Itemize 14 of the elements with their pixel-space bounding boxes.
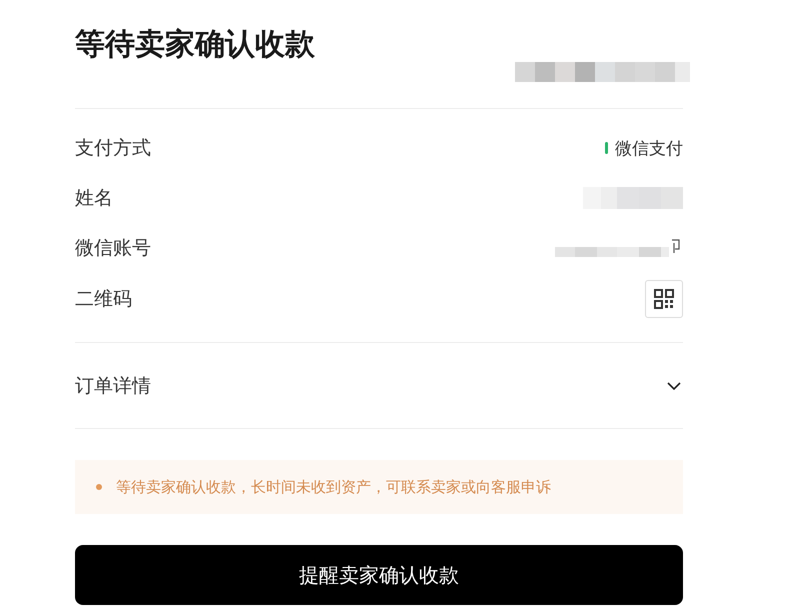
field-label: 姓名 [75,186,113,211]
chevron-icon [667,382,681,390]
remind-seller-button[interactable]: 提醒卖家确认收款 [75,545,683,605]
field-label: 二维码 [75,287,132,312]
qr-code-button[interactable] [645,280,683,318]
field-label: 支付方式 [75,136,151,161]
order-details-toggle[interactable]: 订单详情 [75,343,683,429]
qr-code-icon [654,289,674,309]
payment-method-value: 微信支付 [615,138,683,160]
notice-text: 等待卖家确认收款，长时间未收到资产，可联系卖家或向客服申诉 [116,478,551,496]
page-title: 等待卖家确认收款 [75,26,315,64]
payment-marker-icon [605,142,608,154]
field-label: 微信账号 [75,236,151,261]
bullet-icon [96,484,102,490]
